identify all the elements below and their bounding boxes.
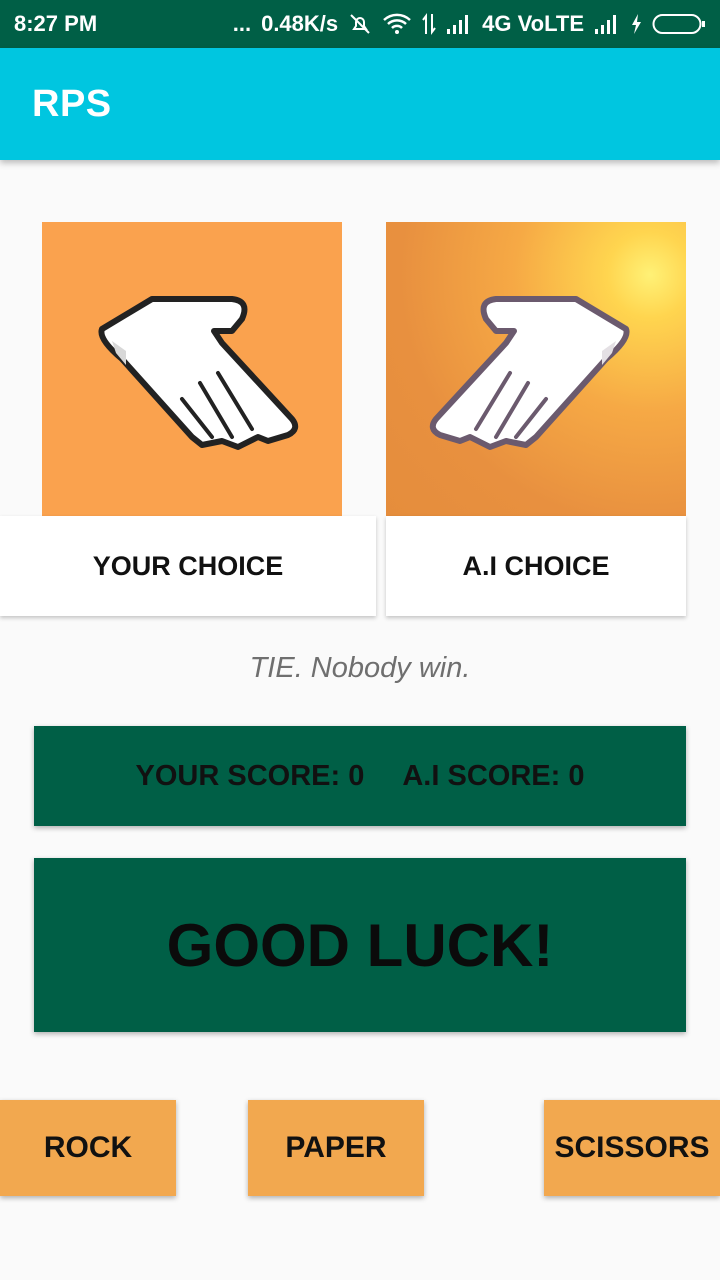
ai-score: A.I SCORE: 0 — [402, 759, 585, 792]
charging-icon — [630, 13, 642, 35]
status-message: GOOD LUCK! — [34, 858, 686, 1032]
scissors-button[interactable]: SCISSORS — [544, 1100, 720, 1196]
user-choice-image — [42, 222, 342, 516]
app-title: RPS — [32, 82, 112, 125]
status-bar: 8:27 PM ... 0.48K/s 4G VoLTE — [0, 0, 720, 48]
ai-choice-label: A.I CHOICE — [386, 516, 686, 616]
paper-hand-icon — [429, 296, 630, 450]
result-text: TIE. Nobody win. — [249, 652, 471, 684]
paper-hand-icon — [98, 296, 299, 450]
mute-icon — [348, 12, 372, 36]
app-bar: RPS — [0, 48, 720, 160]
signal-icon — [446, 13, 472, 35]
rock-button[interactable]: ROCK — [0, 1100, 176, 1196]
ai-choice-image — [386, 222, 686, 516]
paper-button[interactable]: PAPER — [248, 1100, 424, 1196]
net-speed: 0.48K/s — [261, 11, 339, 36]
wifi-icon — [382, 12, 412, 36]
battery-icon — [652, 12, 706, 36]
your-choice-label: YOUR CHOICE — [0, 516, 376, 616]
notification-dots: ... — [232, 11, 252, 36]
data-transfer-icon — [422, 12, 436, 36]
network-type: 4G VoLTE — [482, 11, 584, 36]
score-bar: YOUR SCORE: 0 A.I SCORE: 0 — [34, 726, 686, 826]
signal-icon-2 — [594, 13, 620, 35]
status-time: 8:27 PM — [14, 11, 98, 36]
user-score: YOUR SCORE: 0 — [135, 759, 365, 792]
status-icons: ... 0.48K/s 4G VoLTE — [233, 11, 706, 37]
